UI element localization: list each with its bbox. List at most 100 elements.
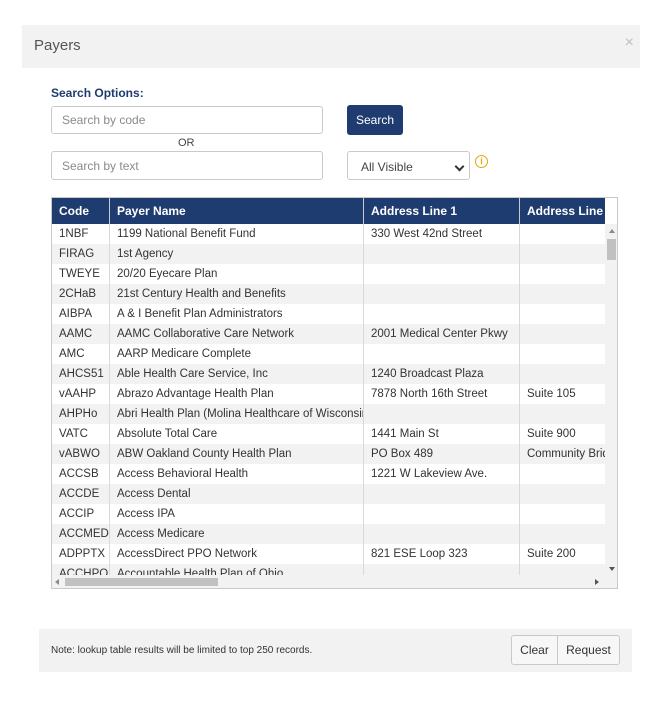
cell-payer-name: Able Health Care Service, Inc xyxy=(110,364,364,384)
cell-address-line-1 xyxy=(364,244,520,264)
table-row[interactable]: FIRAG 1st Agency xyxy=(52,244,605,264)
column-header-code[interactable]: Code xyxy=(52,198,110,224)
cell-payer-name: AAMC Collaborative Care Network xyxy=(110,324,364,344)
cell-address-line-2 xyxy=(520,364,605,384)
table-row[interactable]: 1NBF 1199 National Benefit Fund 330 West 4… xyxy=(52,224,605,244)
cell-address-line-2 xyxy=(520,244,605,264)
vertical-scrollbar[interactable] xyxy=(605,224,617,576)
table-row[interactable]: vAAHP Abrazo Advantage Health Plan 7878 No… xyxy=(52,384,605,404)
cell-code: ACCDE xyxy=(52,484,110,504)
vertical-scroll-thumb[interactable] xyxy=(607,239,616,260)
table-row[interactable]: VATC Absolute Total Care 1441 Main St Suite… xyxy=(52,424,605,444)
scrollbar-corner xyxy=(605,575,617,588)
horizontal-scroll-thumb[interactable] xyxy=(65,578,218,586)
cell-address-line-1: 1240 Broadcast Plaza xyxy=(364,364,520,384)
cell-payer-name: Access Dental xyxy=(110,484,364,504)
table-row[interactable]: vABWO ABW Oakland County Health Plan PO Bo… xyxy=(52,444,605,464)
info-icon[interactable]: i xyxy=(475,155,488,168)
cell-payer-name: ABW Oakland County Health Plan xyxy=(110,444,364,464)
column-header-address-line-1[interactable]: Address Line 1 xyxy=(364,198,520,224)
cell-address-line-1 xyxy=(364,344,520,364)
cell-code: AAMC xyxy=(52,324,110,344)
cell-payer-name: Access IPA xyxy=(110,504,364,524)
cell-address-line-1: PO Box 489 xyxy=(364,444,520,464)
cell-address-line-1 xyxy=(364,564,520,575)
table-header: Code Payer Name Address Line 1 Address L… xyxy=(52,198,610,224)
cell-address-line-2 xyxy=(520,264,605,284)
cell-payer-name: Abri Health Plan (Molina Healthcare of W… xyxy=(110,404,364,424)
table-row[interactable]: ADPPTX AccessDirect PPO Network 821 ESE Lo… xyxy=(52,544,605,564)
cell-code: ADPPTX xyxy=(52,544,110,564)
cell-address-line-1: 1221 W Lakeview Ave. xyxy=(364,464,520,484)
cell-code: ACCMED xyxy=(52,524,110,544)
request-button[interactable]: Request xyxy=(558,636,619,664)
cell-payer-name: AccessDirect PPO Network xyxy=(110,544,364,564)
cell-address-line-1: 330 West 42nd Street xyxy=(364,224,520,244)
table-row[interactable]: AMC AARP Medicare Complete xyxy=(52,344,605,364)
cell-address-line-1: 7878 North 16th Street xyxy=(364,384,520,404)
cell-code: AMC xyxy=(52,344,110,364)
column-header-payer-name[interactable]: Payer Name xyxy=(110,198,364,224)
cell-code: ACCSB xyxy=(52,464,110,484)
cell-address-line-2 xyxy=(520,344,605,364)
footer-button-group: Clear Request xyxy=(511,635,620,665)
cell-address-line-2 xyxy=(520,564,605,575)
cell-code: vABWO xyxy=(52,444,110,464)
cell-address-line-2 xyxy=(520,324,605,344)
scroll-down-arrow-icon[interactable] xyxy=(609,567,615,571)
cell-payer-name: A & I Benefit Plan Administrators xyxy=(110,304,364,324)
cell-address-line-2 xyxy=(520,484,605,504)
cell-address-line-2: Suite 900 xyxy=(527,428,576,440)
cell-address-line-2 xyxy=(520,464,605,484)
clear-button[interactable]: Clear xyxy=(512,636,558,664)
table-row[interactable]: AHPHo Abri Health Plan (Molina Healthcare… xyxy=(52,404,605,424)
cell-payer-name: Absolute Total Care xyxy=(110,424,364,444)
cell-address-line-2 xyxy=(520,224,605,244)
table-body: 1NBF 1199 National Benefit Fund 330 West 4… xyxy=(52,224,605,575)
table-row[interactable]: AAMC AAMC Collaborative Care Network 2001… xyxy=(52,324,605,344)
table-row[interactable]: ACCHPO Accountable Health Plan of Ohio xyxy=(52,564,605,575)
table-row[interactable]: AHCS51 Able Health Care Service, Inc 1240 … xyxy=(52,364,605,384)
cell-address-line-1 xyxy=(364,484,520,504)
table-row[interactable]: TWEYE 20/20 Eyecare Plan xyxy=(52,264,605,284)
search-by-text-input[interactable] xyxy=(51,151,323,180)
cell-code: 1NBF xyxy=(52,224,110,244)
search-button[interactable]: Search xyxy=(347,105,403,135)
cell-payer-name: 20/20 Eyecare Plan xyxy=(110,264,364,284)
cell-address-line-1: 2001 Medical Center Pkwy xyxy=(364,324,520,344)
cell-code: AHPHo xyxy=(52,404,110,424)
table-row[interactable]: ACCMED Access Medicare xyxy=(52,524,605,544)
chevron-down-icon xyxy=(454,161,465,172)
cell-code: ACCHPO xyxy=(52,564,110,575)
table-row[interactable]: ACCIP Access IPA xyxy=(52,504,605,524)
table-row[interactable]: AIBPA A & I Benefit Plan Administrators xyxy=(52,304,605,324)
cell-code: AIBPA xyxy=(52,304,110,324)
search-by-code-input[interactable] xyxy=(51,106,323,134)
cell-address-line-1: 1441 Main St xyxy=(364,424,520,444)
cell-address-line-2 xyxy=(520,504,605,524)
cell-address-line-1: 821 ESE Loop 323 xyxy=(364,544,520,564)
scroll-right-arrow-icon[interactable] xyxy=(595,579,599,585)
table-row[interactable]: ACCSB Access Behavioral Health 1221 W Lake… xyxy=(52,464,605,484)
payers-table: Code Payer Name Address Line 1 Address L… xyxy=(51,197,618,589)
table-row[interactable]: 2CHaB 21st Century Health and Benefits xyxy=(52,284,605,304)
records-limit-note: Note: lookup table results will be limit… xyxy=(51,645,313,656)
table-row[interactable]: ACCDE Access Dental xyxy=(52,484,605,504)
cell-payer-name: 21st Century Health and Benefits xyxy=(110,284,364,304)
cell-address-line-1 xyxy=(364,284,520,304)
cell-address-line-1 xyxy=(364,504,520,524)
visibility-filter-select[interactable]: All Visible xyxy=(347,151,470,180)
scroll-left-arrow-icon[interactable] xyxy=(55,579,59,585)
column-header-address-line-2[interactable]: Address Line 2 xyxy=(520,198,610,224)
cell-code: TWEYE xyxy=(52,264,110,284)
horizontal-scrollbar[interactable] xyxy=(52,575,605,588)
cell-code: AHCS51 xyxy=(52,364,110,384)
scroll-up-arrow-icon[interactable] xyxy=(609,229,615,233)
cell-address-line-1 xyxy=(364,264,520,284)
header-scroll-gap xyxy=(605,198,617,224)
cell-address-line-1 xyxy=(364,304,520,324)
cell-payer-name: Access Behavioral Health xyxy=(110,464,364,484)
modal-header: Payers × xyxy=(22,25,640,68)
close-icon[interactable]: × xyxy=(625,35,634,51)
cell-address-line-2 xyxy=(520,404,605,424)
